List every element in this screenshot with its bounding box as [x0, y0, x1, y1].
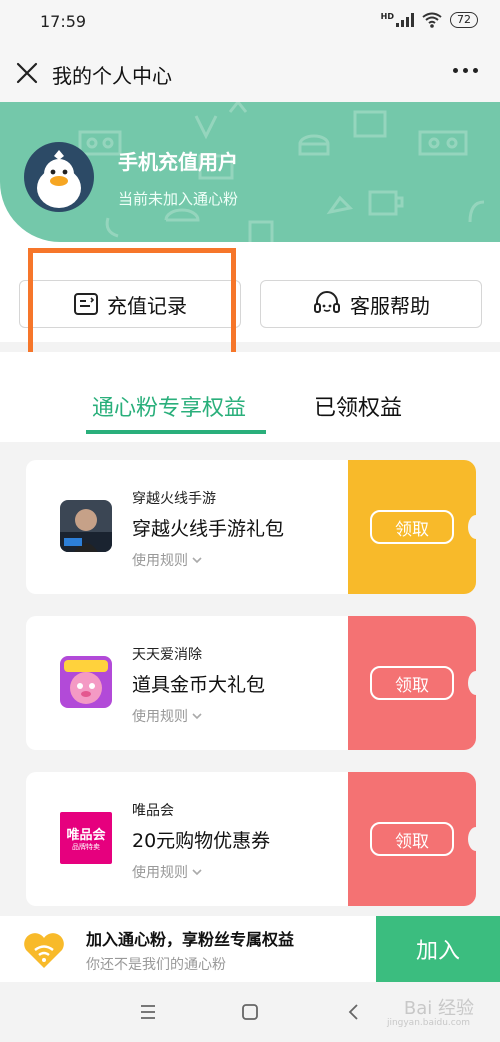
headset-icon [314, 291, 340, 313]
system-nav-bar: Bai 经验 jingyan.baidu.com [0, 982, 500, 1042]
claim-button[interactable]: 领取 [370, 666, 454, 700]
coupon-info: 唯品会 品牌特卖 唯品会 20元购物优惠券 使用规则 [26, 772, 348, 906]
menu-icon[interactable] [136, 1000, 160, 1024]
usage-rules-toggle[interactable]: 使用规则 [132, 550, 202, 570]
join-title: 加入通心粉，享粉丝专属权益 [86, 930, 295, 949]
usage-rules-label: 使用规则 [132, 865, 188, 881]
watermark-url: jingyan.baidu.com [386, 1018, 470, 1028]
signal-icon [396, 13, 414, 27]
app-name: 唯品会 [132, 803, 174, 819]
benefit-tabs: 通心粉专享权益 已领权益 [0, 352, 500, 442]
claim-button[interactable]: 领取 [370, 822, 454, 856]
network-type-label: HD [380, 11, 394, 21]
customer-service-label: 客服帮助 [350, 293, 430, 318]
vip-shop-icon-text: 唯品会 [66, 828, 106, 843]
usage-rules-toggle[interactable]: 使用规则 [132, 706, 202, 726]
avatar[interactable] [24, 142, 94, 212]
coupon-info: 穿越火线手游 穿越火线手游礼包 使用规则 [26, 460, 348, 594]
join-subtitle: 你还不是我们的通心粉 [86, 957, 226, 973]
ttaxc-game-icon [60, 656, 112, 708]
active-tab-indicator [86, 430, 266, 434]
tab-exclusive-benefits[interactable]: 通心粉专享权益 [92, 390, 246, 422]
cf-game-icon [60, 500, 112, 552]
status-bar: 17:59 HD 72 [0, 0, 500, 44]
app-name: 天天爱消除 [132, 647, 202, 663]
vip-shop-icon-subtext: 品牌特卖 [72, 843, 100, 851]
claim-button[interactable]: 领取 [370, 510, 454, 544]
usage-rules-label: 使用规则 [132, 709, 188, 725]
coupon-info: 天天爱消除 道具金币大礼包 使用规则 [26, 616, 348, 750]
watermark: Bai 经验 [403, 998, 474, 1019]
battery-indicator: 72 [450, 12, 478, 28]
join-button[interactable]: 加入 [376, 916, 500, 982]
status-icons: HD 72 [381, 12, 478, 28]
title-bar: 我的个人中心 [0, 44, 500, 102]
chevron-down-icon [192, 557, 202, 564]
vip-shop-icon: 唯品会 品牌特卖 [60, 812, 112, 864]
usage-rules-toggle[interactable]: 使用规则 [132, 862, 202, 882]
app-name: 穿越火线手游 [132, 491, 216, 507]
gift-name: 20元购物优惠券 [132, 830, 271, 852]
wifi-icon [422, 12, 442, 28]
duck-avatar-icon [37, 150, 81, 208]
user-name: 手机充值用户 [118, 150, 238, 174]
page-title: 我的个人中心 [52, 64, 172, 88]
gift-name: 穿越火线手游礼包 [132, 518, 285, 540]
join-bar: 加入通心粉，享粉丝专属权益 你还不是我们的通心粉 加入 [0, 916, 500, 982]
coupon-card: 唯品会 品牌特卖 唯品会 20元购物优惠券 使用规则 领取 [26, 772, 484, 906]
chevron-down-icon [192, 869, 202, 876]
profile-header: 手机充值用户 当前未加入通心粉 [0, 102, 500, 262]
customer-service-button[interactable]: 客服帮助 [260, 280, 482, 328]
usage-rules-label: 使用规则 [132, 553, 188, 569]
heart-wifi-icon [24, 933, 64, 968]
coupon-list: 穿越火线手游 穿越火线手游礼包 使用规则 领取 天天爱消除 道具金币大礼包 使用… [0, 442, 500, 916]
membership-status: 当前未加入通心粉 [118, 190, 239, 208]
tab-received-benefits[interactable]: 已领权益 [314, 390, 402, 422]
more-options-icon[interactable] [453, 68, 478, 73]
status-time: 17:59 [40, 12, 87, 31]
back-icon[interactable] [342, 1000, 366, 1024]
coupon-claim-area: 领取 [344, 772, 484, 906]
chevron-down-icon [192, 713, 202, 720]
coupon-claim-area: 领取 [344, 616, 484, 750]
highlight-annotation-box [28, 248, 236, 360]
coupon-card: 天天爱消除 道具金币大礼包 使用规则 领取 [26, 616, 484, 750]
close-icon[interactable] [14, 60, 40, 86]
coupon-card: 穿越火线手游 穿越火线手游礼包 使用规则 领取 [26, 460, 484, 594]
gift-name: 道具金币大礼包 [132, 674, 266, 696]
coupon-claim-area: 领取 [344, 460, 484, 594]
home-icon[interactable] [238, 1000, 262, 1024]
